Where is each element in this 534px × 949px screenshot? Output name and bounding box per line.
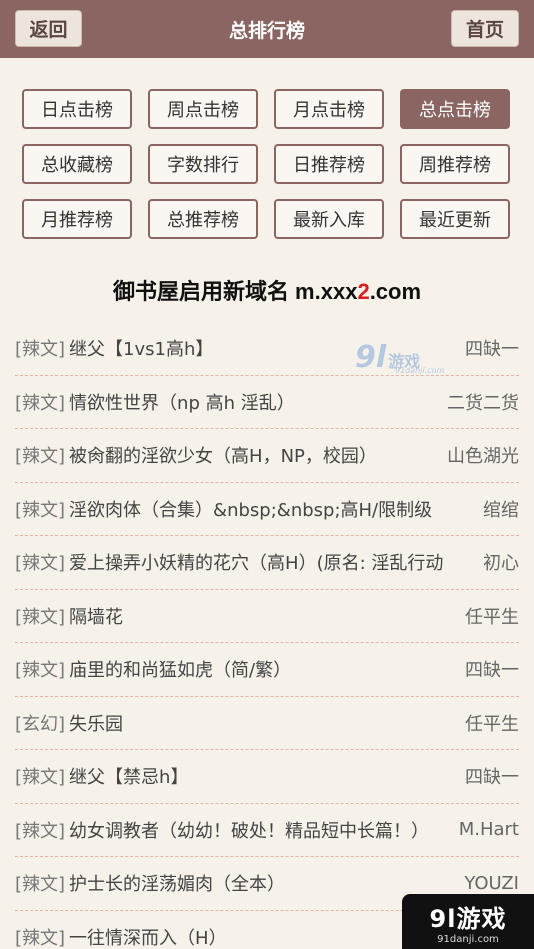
- book-category: [辣文]: [15, 927, 66, 949]
- book-info: [辣文] 被肏翻的淫欲少女（高H，NP，校园）: [15, 442, 377, 468]
- domain-notice: 御书屋启用新域名 m.xxx2.com: [0, 274, 534, 306]
- tab-total-clicks[interactable]: 总点击榜: [400, 89, 510, 129]
- book-category: [辣文]: [15, 820, 66, 842]
- book-category: [辣文]: [15, 874, 66, 896]
- book-title[interactable]: 幼女调教者（幼幼！破处！精品短中长篇！）: [69, 817, 429, 843]
- tab-monthly-clicks[interactable]: 月点击榜: [274, 89, 384, 129]
- book-author[interactable]: 四缺一: [465, 656, 519, 682]
- list-item[interactable]: [辣文] 爱上操弄小妖精的花穴（高H）(原名: 淫乱行动 初心: [15, 536, 519, 590]
- book-title[interactable]: 护士长的淫荡媚肉（全本）: [69, 870, 285, 896]
- book-title[interactable]: 继父【1vs1高h】: [69, 335, 213, 361]
- book-category: [玄幻]: [15, 713, 66, 735]
- book-author[interactable]: M.Hart: [459, 819, 519, 840]
- book-info: [辣文] 隔墙花: [15, 603, 123, 629]
- list-item[interactable]: [玄幻] 失乐园 任平生: [15, 697, 519, 750]
- tab-recently-updated[interactable]: 最近更新: [400, 199, 510, 239]
- tab-daily-clicks[interactable]: 日点击榜: [22, 89, 132, 129]
- book-title[interactable]: 一往情深而入（H）: [69, 924, 227, 949]
- book-title[interactable]: 庙里的和尚猛如虎（简/繁）: [69, 656, 291, 682]
- book-author[interactable]: 初心: [483, 549, 519, 575]
- tab-word-count[interactable]: 字数排行: [148, 144, 258, 184]
- book-category: [辣文]: [15, 392, 66, 414]
- book-title[interactable]: 失乐园: [69, 710, 123, 736]
- book-info: [辣文] 继父【1vs1高h】: [15, 335, 213, 361]
- notice-highlight: 2: [357, 279, 370, 304]
- book-title[interactable]: 继父【禁忌h】: [69, 763, 188, 789]
- back-button[interactable]: 返回: [15, 10, 82, 47]
- tab-total-favorites[interactable]: 总收藏榜: [22, 144, 132, 184]
- list-item[interactable]: [辣文] 淫欲肉体（合集）&nbsp;&nbsp;高H/限制级 绾绾: [15, 483, 519, 536]
- list-item[interactable]: [辣文] 幼女调教者（幼幼！破处！精品短中长篇！） M.Hart: [15, 804, 519, 857]
- page-title: 总排行榜: [228, 19, 305, 42]
- tab-daily-recommend[interactable]: 日推荐榜: [274, 144, 384, 184]
- tab-newest[interactable]: 最新入库: [274, 199, 384, 239]
- book-category: [辣文]: [15, 606, 66, 628]
- book-author[interactable]: 绾绾: [483, 496, 519, 522]
- list-item[interactable]: [辣文] 隔墙花 任平生: [15, 590, 519, 643]
- book-info: [辣文] 爱上操弄小妖精的花穴（高H）(原名: 淫乱行动: [15, 549, 443, 575]
- tab-total-recommend[interactable]: 总推荐榜: [148, 199, 258, 239]
- book-info: [辣文] 庙里的和尚猛如虎（简/繁）: [15, 656, 291, 682]
- tab-weekly-clicks[interactable]: 周点击榜: [148, 89, 258, 129]
- watermark-mark: 9l: [355, 340, 387, 375]
- book-category: [辣文]: [15, 767, 66, 789]
- book-category: [辣文]: [15, 446, 66, 468]
- book-author[interactable]: 二货二货: [447, 389, 519, 415]
- book-info: [玄幻] 失乐园: [15, 710, 123, 736]
- book-author[interactable]: YOUZI: [464, 873, 519, 894]
- home-button[interactable]: 首页: [451, 10, 519, 47]
- book-info: [辣文] 继父【禁忌h】: [15, 763, 188, 789]
- notice-prefix: 御书屋启用新域名 m.xxx: [112, 279, 358, 304]
- book-category: [辣文]: [15, 339, 66, 361]
- book-author[interactable]: 四缺一: [465, 335, 519, 361]
- book-info: [辣文] 护士长的淫荡媚肉（全本）: [15, 870, 285, 896]
- book-category: [辣文]: [15, 553, 66, 575]
- book-author[interactable]: 任平生: [465, 603, 519, 629]
- tab-weekly-recommend[interactable]: 周推荐榜: [400, 144, 510, 184]
- book-list: [辣文] 继父【1vs1高h】 四缺一 [辣文] 情欲性世界（np 高h 淫乱） 二货二货…: [0, 322, 534, 949]
- corner-badge: 9l游戏 91danji.com: [402, 894, 534, 949]
- badge-url: 91danji.com: [437, 933, 499, 945]
- list-item[interactable]: [辣文] 情欲性世界（np 高h 淫乱） 二货二货: [15, 376, 519, 429]
- tab-monthly-recommend[interactable]: 月推荐榜: [22, 199, 132, 239]
- book-info: [辣文] 淫欲肉体（合集）&nbsp;&nbsp;高H/限制级: [15, 496, 432, 522]
- list-item[interactable]: [辣文] 被肏翻的淫欲少女（高H，NP，校园） 山色湖光: [15, 429, 519, 483]
- book-author[interactable]: 四缺一: [465, 763, 519, 789]
- watermark-url: 91danji.com: [395, 366, 445, 375]
- ranking-tabs: 日点击榜 周点击榜 月点击榜 总点击榜 总收藏榜 字数排行 日推荐榜 周推荐榜 …: [22, 89, 514, 239]
- notice-suffix: .com: [369, 279, 422, 304]
- watermark-logo: 9l 游戏 91danji.com: [355, 340, 455, 380]
- book-category: [辣文]: [15, 660, 66, 682]
- book-title[interactable]: 爱上操弄小妖精的花穴（高H）(原名: 淫乱行动: [69, 549, 443, 575]
- list-item[interactable]: [辣文] 继父【禁忌h】 四缺一: [15, 750, 519, 804]
- book-title[interactable]: 淫欲肉体（合集）&nbsp;&nbsp;高H/限制级: [69, 496, 432, 522]
- badge-logo: 9l游戏: [429, 904, 507, 933]
- header-bar: 返回 总排行榜 首页: [0, 0, 534, 58]
- book-title[interactable]: 被肏翻的淫欲少女（高H，NP，校园）: [69, 442, 377, 468]
- book-author[interactable]: 任平生: [465, 710, 519, 736]
- book-title[interactable]: 隔墙花: [69, 603, 123, 629]
- book-info: [辣文] 幼女调教者（幼幼！破处！精品短中长篇！）: [15, 817, 429, 843]
- book-category: [辣文]: [15, 499, 66, 521]
- book-info: [辣文] 情欲性世界（np 高h 淫乱）: [15, 389, 295, 415]
- book-info: [辣文] 一往情深而入（H）: [15, 924, 227, 949]
- book-author[interactable]: 山色湖光: [447, 442, 519, 468]
- book-title[interactable]: 情欲性世界（np 高h 淫乱）: [69, 389, 295, 415]
- list-item[interactable]: [辣文] 庙里的和尚猛如虎（简/繁） 四缺一: [15, 643, 519, 697]
